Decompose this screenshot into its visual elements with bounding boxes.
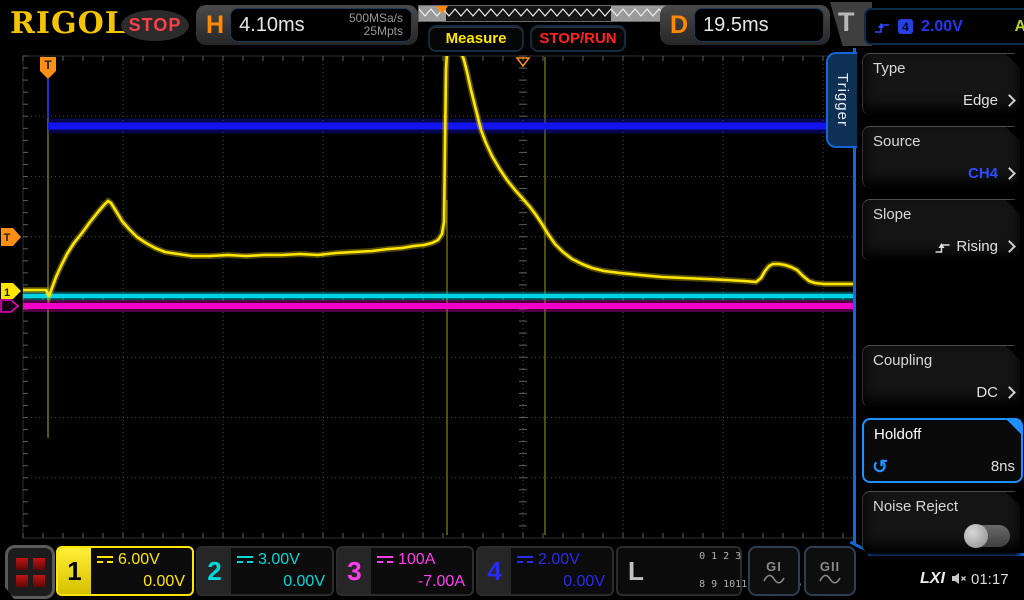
noise-reject-toggle[interactable] — [964, 525, 1010, 547]
trigger-position-label: T — [44, 58, 52, 72]
channel-4-number: 4 — [478, 548, 511, 594]
dc-coupling-icon — [237, 556, 253, 565]
slope-label: Slope — [873, 206, 911, 223]
red-square-icon — [33, 575, 45, 587]
dc-coupling-icon — [377, 556, 393, 565]
generator-2-button[interactable]: GII — [804, 546, 856, 596]
trigger-menu-tab-label: Trigger — [834, 73, 851, 127]
channel-4-box[interactable]: 4 2.00V 0.00V — [476, 546, 614, 596]
speaker-muted-icon — [951, 572, 968, 585]
type-value: Edge — [963, 92, 998, 109]
lxi-indicator: LXI — [920, 570, 945, 588]
ch1-ground-marker[interactable]: 1 — [1, 283, 21, 299]
generator-1-button[interactable]: GI — [748, 546, 800, 596]
channel-1-scale: 6.00V — [118, 551, 160, 569]
noise-reject-label: Noise Reject — [873, 498, 958, 515]
chevron-right-icon — [1003, 386, 1016, 399]
toggle-knob — [964, 524, 988, 548]
channel-2-number: 2 — [198, 548, 231, 594]
channel-2-scale: 3.00V — [258, 551, 300, 569]
menu-item-type[interactable]: Type Edge — [862, 53, 1020, 115]
channel-2-offset: 0.00V — [283, 573, 325, 591]
menu-item-source[interactable]: Source CH4 — [862, 126, 1020, 188]
menu-grid-button[interactable] — [5, 545, 55, 599]
logic-label: L — [628, 556, 644, 587]
generator-2-label: GII — [820, 559, 840, 574]
coupling-label: Coupling — [873, 352, 932, 369]
trigger-menu-tab[interactable]: Trigger — [826, 52, 857, 148]
channel-3-offset: -7.00A — [418, 573, 465, 591]
chevron-right-icon — [1003, 240, 1016, 253]
holdoff-value: 8ns — [991, 458, 1015, 475]
channel-1-box[interactable]: 1 6.00V 0.00V — [56, 546, 194, 596]
red-square-icon — [16, 558, 28, 570]
sine-wave-icon — [819, 574, 841, 584]
channel-4-scale: 2.00V — [538, 551, 580, 569]
rotate-icon: ↺ — [872, 456, 888, 479]
channel-3-number: 3 — [338, 548, 371, 594]
generator-1-label: GI — [766, 559, 782, 574]
panel-divider-bottom — [868, 553, 1024, 556]
red-square-icon — [33, 558, 45, 570]
oscilloscope-screen: T T 1 RIGOL STOP H 4.10ms 500MSa/s 25Mpt… — [0, 0, 1024, 600]
rising-edge-icon — [934, 240, 951, 254]
source-label: Source — [873, 133, 921, 150]
channel-1-offset: 0.00V — [143, 573, 185, 591]
menu-item-holdoff[interactable]: Holdoff ↺ 8ns — [862, 418, 1023, 483]
trigger-level-label: T — [4, 232, 11, 244]
dc-coupling-icon — [517, 556, 533, 565]
sine-wave-icon — [763, 574, 785, 584]
channel-2-box[interactable]: 2 3.00V 0.00V — [196, 546, 334, 596]
channel-3-scale: 100A — [398, 551, 435, 569]
menu-item-noise-reject[interactable]: Noise Reject — [862, 491, 1020, 553]
ch1-ground-label: 1 — [4, 287, 10, 299]
menu-item-coupling[interactable]: Coupling DC — [862, 345, 1020, 407]
channel-4-offset: 0.00V — [563, 573, 605, 591]
red-square-icon — [16, 575, 28, 587]
channel-1-number: 1 — [58, 548, 91, 594]
coupling-value: DC — [976, 384, 998, 401]
dc-coupling-icon — [97, 556, 113, 565]
holdoff-label: Holdoff — [874, 426, 921, 443]
trigger-level-marker[interactable]: T — [1, 228, 21, 246]
chevron-right-icon — [1003, 167, 1016, 180]
type-label: Type — [873, 60, 906, 77]
chevron-right-icon — [1003, 94, 1016, 107]
source-value: CH4 — [968, 165, 998, 182]
slope-value: Rising — [956, 238, 998, 255]
channel-3-box[interactable]: 3 100A -7.00A — [336, 546, 474, 596]
ch3-ground-marker[interactable] — [1, 300, 18, 312]
logic-channels-box[interactable]: L 0 1 2 3 4 5 6 7 8 9 1011 12131415 — [616, 546, 742, 596]
menu-item-slope[interactable]: Slope Rising — [862, 199, 1020, 261]
clock: 01:17 — [971, 571, 1009, 588]
